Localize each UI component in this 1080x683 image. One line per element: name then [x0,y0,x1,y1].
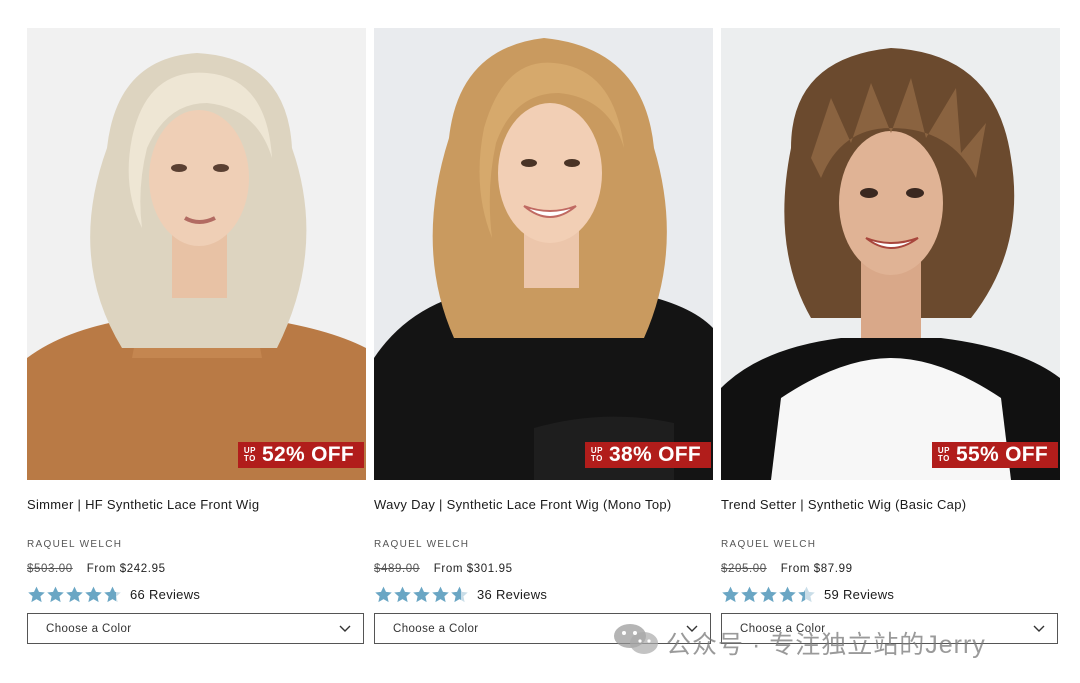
badge-to-text: TO [937,454,950,463]
product-title[interactable]: Wavy Day | Synthetic Lace Front Wig (Mon… [374,496,713,513]
product-card: UP TO 52% OFF Simmer | HF Synthetic Lace… [27,28,366,644]
chevron-down-icon [1033,625,1045,633]
badge-upto: UP TO [244,447,256,463]
product-prices: $503.00 From $242.95 [27,563,366,575]
review-count[interactable]: 66 Reviews [130,587,200,602]
review-count[interactable]: 59 Reviews [824,587,894,602]
product-brand: RAQUEL WELCH [27,539,123,550]
star-icon [104,586,121,603]
product-image-simmer[interactable]: UP TO 52% OFF [27,28,366,480]
badge-discount: 55% OFF [956,443,1048,466]
product-rating[interactable]: 66 Reviews [27,585,366,604]
star-icon [722,586,739,603]
watermark-text: 公众号 · 专注独立站的Jerry [666,630,986,659]
star-icon [451,586,468,603]
star-icon [798,586,815,603]
star-rating [27,585,122,604]
discount-badge: UP TO 52% OFF [237,442,364,468]
product-title[interactable]: Simmer | HF Synthetic Lace Front Wig [27,496,366,513]
star-icon [85,586,102,603]
product-title[interactable]: Trend Setter | Synthetic Wig (Basic Cap) [721,496,1060,513]
original-price: $205.00 [721,563,767,575]
star-icon [47,586,64,603]
color-select-label: Choose a Color [46,622,132,635]
badge-discount: 38% OFF [609,443,701,466]
star-rating [721,585,816,604]
discount-badge: UP TO 55% OFF [931,442,1058,468]
wechat-icon [612,622,660,663]
color-select-label: Choose a Color [393,622,479,635]
product-card: UP TO 55% OFF Trend Setter | Synthetic W… [721,28,1060,644]
product-prices: $205.00 From $87.99 [721,563,1060,575]
sale-price: From $242.95 [86,563,166,575]
product-brand: RAQUEL WELCH [374,539,470,550]
badge-upto: UP TO [938,447,950,463]
star-icon [28,586,45,603]
star-icon [375,586,392,603]
badge-to-text: TO [243,454,256,463]
discount-badge: UP TO 38% OFF [584,442,711,468]
original-price: $489.00 [374,563,420,575]
star-rating [374,585,469,604]
star-icon [394,586,411,603]
product-card: UP TO 38% OFF Wavy Day | Synthetic Lace … [374,28,713,644]
original-price: $503.00 [27,563,73,575]
badge-upto: UP TO [591,447,603,463]
chevron-down-icon [339,625,351,633]
review-count[interactable]: 36 Reviews [477,587,547,602]
watermark: 公众号 · 专注独立站的Jerry [612,622,986,663]
product-rating[interactable]: 59 Reviews [721,585,1060,604]
star-icon [741,586,758,603]
sale-price: From $87.99 [780,563,853,575]
star-icon [66,586,83,603]
star-icon [432,586,449,603]
product-image-wavy-day[interactable]: UP TO 38% OFF [374,28,713,480]
star-icon [760,586,777,603]
product-rating[interactable]: 36 Reviews [374,585,713,604]
badge-to-text: TO [590,454,603,463]
badge-discount: 52% OFF [262,443,354,466]
product-image-trend-setter[interactable]: UP TO 55% OFF [721,28,1060,480]
product-prices: $489.00 From $301.95 [374,563,713,575]
color-select[interactable]: Choose a Color [27,613,364,644]
star-icon [413,586,430,603]
product-brand: RAQUEL WELCH [721,539,817,550]
star-icon [779,586,796,603]
sale-price: From $301.95 [433,563,513,575]
